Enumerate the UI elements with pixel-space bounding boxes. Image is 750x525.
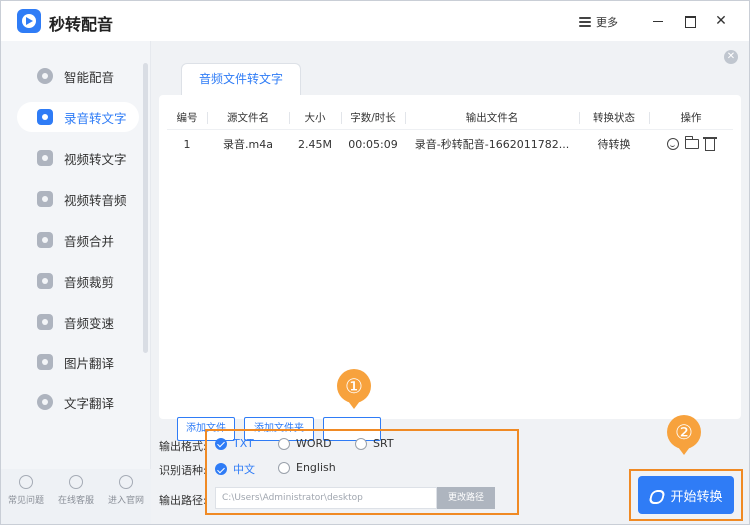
start-convert-button[interactable]: 开始转换 [638, 476, 734, 514]
minimize-button[interactable] [650, 13, 666, 29]
sidebar-item-label: 智能配音 [64, 69, 115, 85]
app-window: 秒转配音 更多 ✕ 智能配音 录音转文字 视频转文字 视频转音频 音频合并 音频… [0, 0, 750, 525]
sidebar-item-label: 音频裁剪 [64, 274, 115, 290]
smile-icon[interactable] [667, 138, 679, 151]
home-icon [119, 475, 133, 489]
official-site-link[interactable]: 进入官网 [103, 475, 149, 506]
image-translate-icon [37, 354, 53, 370]
cell-size: 2.45M [298, 137, 332, 151]
col-header-duration: 字数/时长 [341, 107, 405, 130]
scissors-icon [37, 273, 53, 289]
col-header-source: 源文件名 [207, 107, 289, 130]
sidebar-item-label: 音频合并 [64, 233, 115, 249]
sidebar-item-video-to-text[interactable]: 视频转文字 [17, 143, 139, 173]
sidebar-item-video-to-audio[interactable]: 视频转音频 [17, 184, 139, 214]
question-icon [19, 475, 33, 489]
col-header-actions: 操作 [649, 107, 733, 130]
faq-label: 常见问题 [7, 496, 44, 506]
cell-status: 待转换 [597, 138, 631, 152]
sidebar-item-label: 文字翻译 [64, 395, 115, 411]
microphone-icon [37, 68, 53, 84]
panel-close-icon[interactable]: ✕ [724, 50, 738, 64]
options-highlight-box [205, 429, 519, 515]
online-support-label: 在线客服 [57, 496, 94, 506]
sidebar-item-label: 视频转文字 [64, 151, 127, 167]
col-header-size: 大小 [289, 107, 341, 130]
sidebar: 智能配音 录音转文字 视频转文字 视频转音频 音频合并 音频裁剪 音频变速 图片… [1, 41, 151, 524]
output-path-label: 输出路径: [159, 494, 207, 507]
app-logo-icon [17, 9, 41, 33]
video-audio-icon [37, 191, 53, 207]
cell-output: 录音-秒转配音-1662011782... [414, 138, 570, 152]
sidebar-item-label: 录音转文字 [64, 110, 127, 126]
col-header-output: 输出文件名 [405, 107, 579, 130]
title-bar: 秒转配音 更多 ✕ [1, 1, 749, 41]
cell-actions [649, 129, 733, 159]
sidebar-item-audio-merge[interactable]: 音频合并 [17, 225, 139, 255]
sidebar-item-label: 图片翻译 [64, 355, 115, 371]
cell-source: 录音.m4a [223, 138, 273, 152]
main-panel: ✕ 音频文件转文字 编号 源文件名 大小 字数/时长 输出文件名 转换状态 操作 [151, 41, 749, 524]
more-menu-button[interactable]: 更多 [579, 14, 618, 30]
convert-icon [649, 488, 663, 502]
sidebar-footer: 常见问题 在线客服 进入官网 [1, 469, 151, 524]
file-table: 编号 源文件名 大小 字数/时长 输出文件名 转换状态 操作 1 录音.m4a … [167, 107, 733, 159]
sidebar-item-audio-trim[interactable]: 音频裁剪 [17, 266, 139, 296]
more-label: 更多 [596, 16, 618, 29]
start-convert-label: 开始转换 [670, 489, 723, 505]
tab-audio-to-text[interactable]: 音频文件转文字 [181, 63, 301, 95]
file-list-card: 编号 源文件名 大小 字数/时长 输出文件名 转换状态 操作 1 录音.m4a … [159, 95, 741, 441]
window-close-button[interactable]: ✕ [713, 13, 729, 29]
sidebar-item-image-translate[interactable]: 图片翻译 [17, 347, 139, 377]
sidebar-item-smart-dubbing[interactable]: 智能配音 [17, 61, 139, 91]
layers-icon [579, 17, 591, 27]
maximize-button[interactable] [682, 13, 698, 29]
callout-marker-2: ② [667, 415, 701, 455]
text-aa-icon [37, 109, 53, 125]
col-header-no: 编号 [167, 107, 207, 130]
folder-icon[interactable] [685, 136, 699, 150]
headset-icon [69, 475, 83, 489]
col-header-status: 转换状态 [579, 107, 649, 130]
speed-icon [37, 314, 53, 330]
sidebar-item-label: 视频转音频 [64, 192, 127, 208]
sidebar-item-label: 音频变速 [64, 315, 115, 331]
sidebar-scrollbar[interactable] [143, 63, 148, 353]
table-row: 1 录音.m4a 2.45M 00:05:09 录音-秒转配音-16620117… [167, 129, 733, 159]
cell-no: 1 [183, 137, 191, 151]
trash-icon[interactable] [703, 137, 717, 152]
app-title: 秒转配音 [49, 15, 114, 34]
table-header-row: 编号 源文件名 大小 字数/时长 输出文件名 转换状态 操作 [167, 107, 733, 130]
official-site-label: 进入官网 [107, 496, 144, 506]
translate-icon [37, 394, 53, 410]
output-format-label: 输出格式: [159, 440, 207, 453]
callout-marker-1: ① [337, 369, 371, 409]
sidebar-item-text-translate[interactable]: 文字翻译 [17, 387, 139, 417]
sidebar-item-audio-speed[interactable]: 音频变速 [17, 307, 139, 337]
sidebar-item-recording-to-text[interactable]: 录音转文字 [17, 102, 139, 132]
language-label: 识别语种: [159, 464, 207, 477]
video-text-icon [37, 150, 53, 166]
merge-icon [37, 232, 53, 248]
faq-link[interactable]: 常见问题 [3, 475, 49, 506]
online-support-link[interactable]: 在线客服 [53, 475, 99, 506]
cell-duration: 00:05:09 [348, 137, 398, 151]
